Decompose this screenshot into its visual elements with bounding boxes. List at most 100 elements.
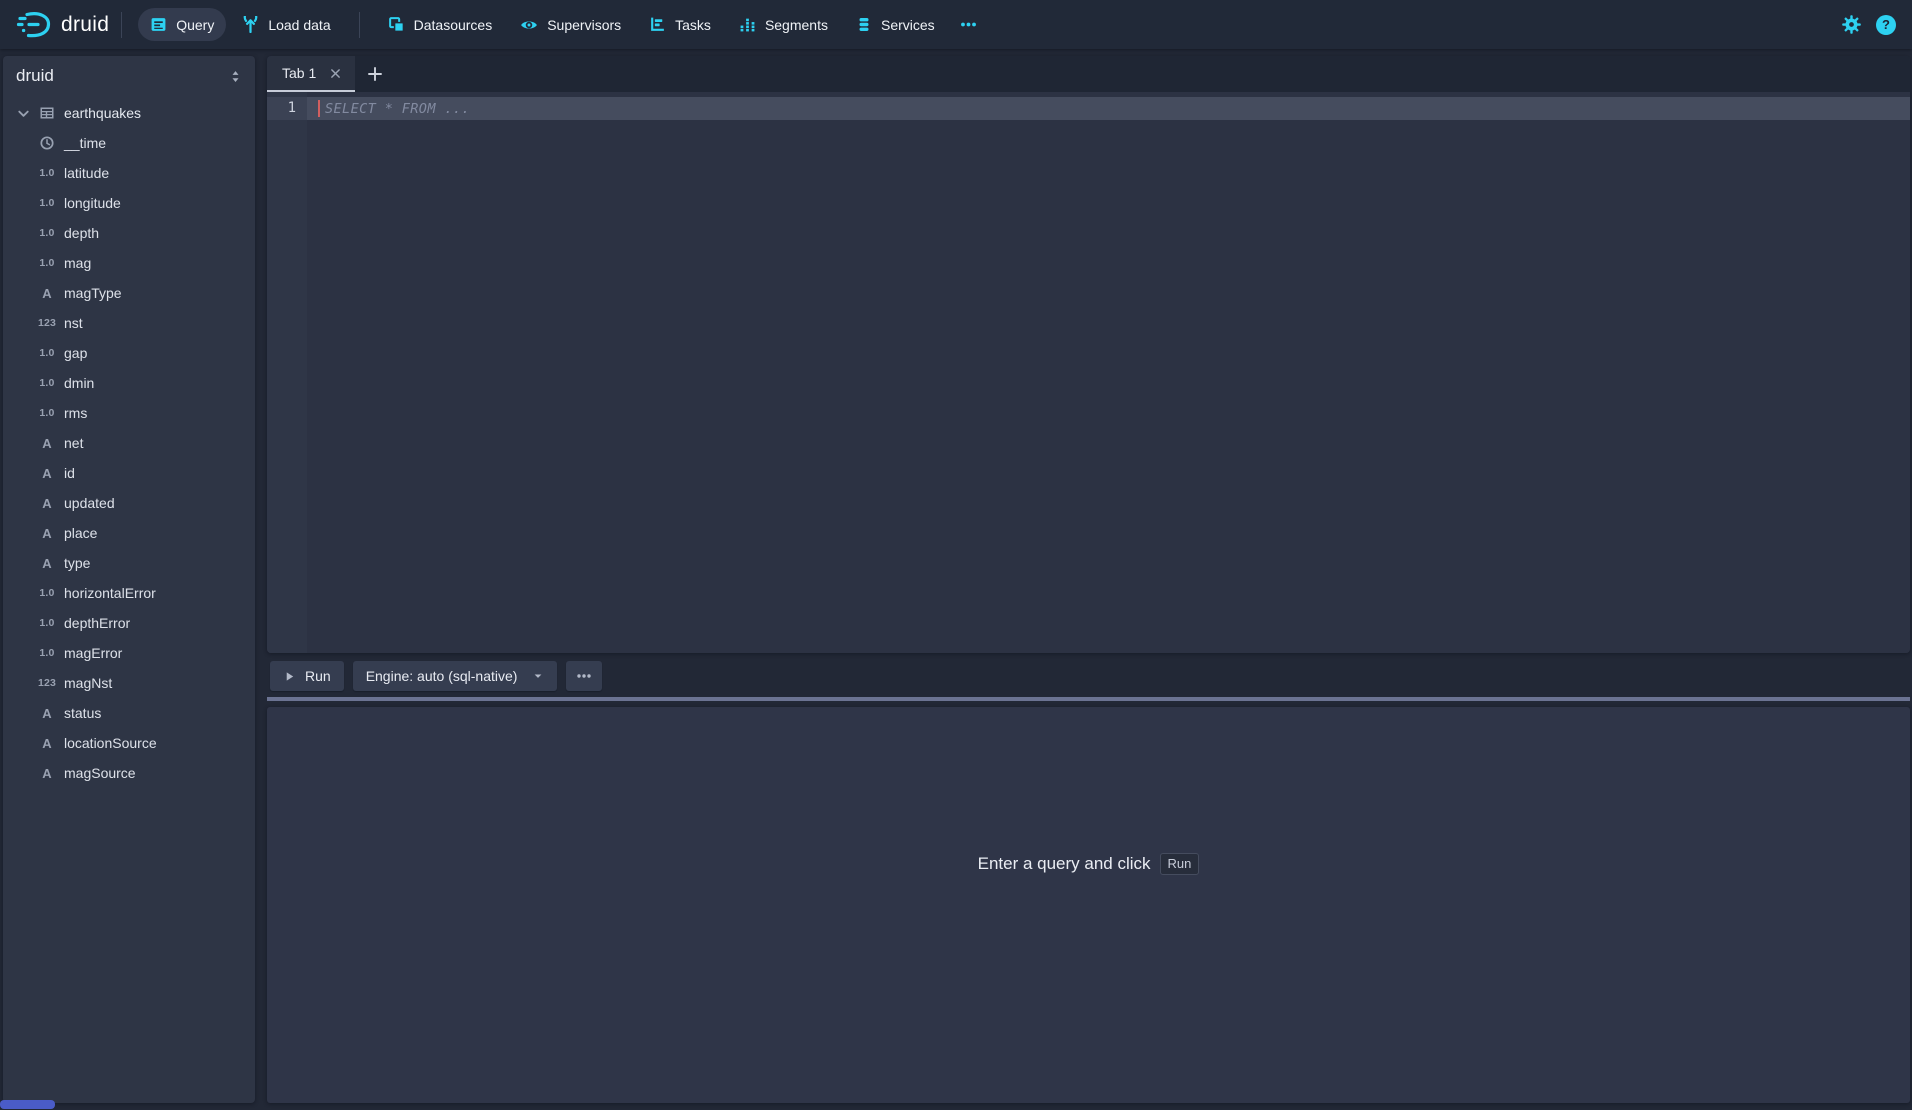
datasources-icon (388, 16, 405, 33)
more-options-button[interactable] (566, 661, 602, 691)
tree-item-label: magType (64, 285, 122, 301)
time-column-type-box (37, 135, 57, 151)
tree-item-magerror[interactable]: 1.0magError (3, 638, 255, 668)
settings-gear-icon[interactable] (1842, 15, 1861, 34)
navbar-right: ? (1842, 15, 1896, 35)
tree-item-label: longitude (64, 195, 121, 211)
column-type-box: A (37, 706, 57, 721)
tree-item-label: locationSource (64, 735, 157, 751)
column-type-box: 1.0 (37, 347, 57, 359)
close-icon[interactable] (327, 65, 344, 82)
engine-label: Engine: auto (sql-native) (366, 668, 518, 684)
horizontal-scrollbar-thumb[interactable] (0, 1100, 55, 1109)
tree-item-earthquakes[interactable]: earthquakes (3, 98, 255, 128)
nav-item-query[interactable]: Query (138, 8, 226, 41)
tree-item-label: magNst (64, 675, 112, 691)
tree-item-label: type (64, 555, 90, 571)
run-button[interactable]: Run (270, 661, 344, 691)
nav-item-services[interactable]: Services (844, 8, 947, 41)
float-badge: 1.0 (39, 167, 54, 179)
column-type-box: 1.0 (37, 617, 57, 629)
tree-item-label: earthquakes (64, 105, 141, 121)
tree-item-updated[interactable]: Aupdated (3, 488, 255, 518)
tree-item-mag[interactable]: 1.0 mag (3, 248, 255, 278)
string-badge: A (42, 286, 52, 301)
tree-item-dmin[interactable]: 1.0dmin (3, 368, 255, 398)
column-tree: earthquakes__time1.0latitude1.0longitude… (3, 96, 255, 788)
nav-item-label: Load data (268, 17, 330, 33)
tree-item-label: depth (64, 225, 99, 241)
table-icon (39, 105, 55, 121)
tree-item-longitude[interactable]: 1.0 longitude (3, 188, 255, 218)
column-type-box: 1.0 (37, 257, 57, 269)
nav-more-button[interactable] (951, 8, 986, 41)
nav-item-label: Supervisors (547, 17, 621, 33)
float-badge: 1.0 (39, 407, 54, 419)
nav-divider (121, 12, 122, 38)
column-type-box: 123 (37, 317, 57, 329)
gantt-icon (649, 16, 666, 33)
line-number: 1 (267, 97, 307, 120)
chevron-down-icon (15, 106, 31, 121)
tree-item-label: __time (64, 135, 106, 151)
nav-item-tasks[interactable]: Tasks (637, 8, 723, 41)
float-badge: 1.0 (39, 617, 54, 629)
nav-item-label: Query (176, 17, 214, 33)
tree-item-time[interactable]: __time (3, 128, 255, 158)
tree-item-id[interactable]: Aid (3, 458, 255, 488)
console-icon (150, 16, 167, 33)
tree-item-magsource[interactable]: AmagSource (3, 758, 255, 788)
sidebar-header: druid (3, 56, 255, 96)
nav-item-supervisors[interactable]: Supervisors (508, 8, 633, 42)
tree-item-depth[interactable]: 1.0 depth (3, 218, 255, 248)
tree-item-rms[interactable]: 1.0rms (3, 398, 255, 428)
sort-icon[interactable] (228, 69, 243, 84)
float-badge: 1.0 (39, 257, 54, 269)
tree-item-deptherror[interactable]: 1.0depthError (3, 608, 255, 638)
sql-editor[interactable]: 1 SELECT * FROM ... (267, 92, 1910, 653)
top-navbar: druid QueryLoad dataDatasourcesSuperviso… (0, 0, 1912, 49)
tab-label: Tab 1 (282, 65, 316, 81)
nav-items: Query Load data Datasources Supervisors Task… (109, 8, 985, 42)
add-tab-button[interactable] (355, 56, 395, 92)
column-type-box: 1.0 (37, 167, 57, 179)
tree-item-locationsource[interactable]: AlocationSource (3, 728, 255, 758)
column-type-box: 1.0 (37, 227, 57, 239)
nav-divider (359, 12, 360, 38)
editor-placeholder: SELECT * FROM ... (325, 101, 470, 117)
editor-active-line: 1 SELECT * FROM ... (267, 97, 1910, 120)
main-area: Tab 1 1 SELECT * FROM ... Run Engine: au… (267, 56, 1910, 1103)
column-type-box: A (37, 496, 57, 511)
tree-item-type[interactable]: Atype (3, 548, 255, 578)
long-badge: 123 (38, 677, 56, 689)
panel-splitter[interactable] (267, 697, 1910, 701)
tree-item-label: mag (64, 255, 91, 271)
query-panel: Tab 1 1 SELECT * FROM ... (267, 56, 1910, 653)
float-badge: 1.0 (39, 377, 54, 389)
query-tab-tab-1[interactable]: Tab 1 (267, 56, 355, 92)
tree-item-gap[interactable]: 1.0 gap (3, 338, 255, 368)
tree-item-label: gap (64, 345, 87, 361)
nav-item-segments[interactable]: Segments (727, 8, 840, 41)
tree-item-magnst[interactable]: 123 magNst (3, 668, 255, 698)
nav-item-datasources[interactable]: Datasources (376, 8, 505, 41)
tree-item-place[interactable]: Aplace (3, 518, 255, 548)
tree-item-magtype[interactable]: AmagType (3, 278, 255, 308)
tree-item-label: horizontalError (64, 585, 156, 601)
long-badge: 123 (38, 317, 56, 329)
tree-item-net[interactable]: Anet (3, 428, 255, 458)
run-button-label: Run (305, 668, 331, 684)
tree-item-status[interactable]: Astatus (3, 698, 255, 728)
string-badge: A (42, 556, 52, 571)
engine-select-button[interactable]: Engine: auto (sql-native) (353, 661, 558, 691)
tree-item-latitude[interactable]: 1.0latitude (3, 158, 255, 188)
caret-down-icon (532, 670, 544, 682)
tree-item-label: id (64, 465, 75, 481)
tree-item-label: nst (64, 315, 83, 331)
nav-item-load-data[interactable]: Load data (230, 8, 342, 41)
datasource-type-box (37, 105, 57, 121)
help-icon[interactable]: ? (1876, 15, 1896, 35)
tree-item-nst[interactable]: 123 nst (3, 308, 255, 338)
tree-item-horizontalerror[interactable]: 1.0horizontalError (3, 578, 255, 608)
float-badge: 1.0 (39, 197, 54, 209)
